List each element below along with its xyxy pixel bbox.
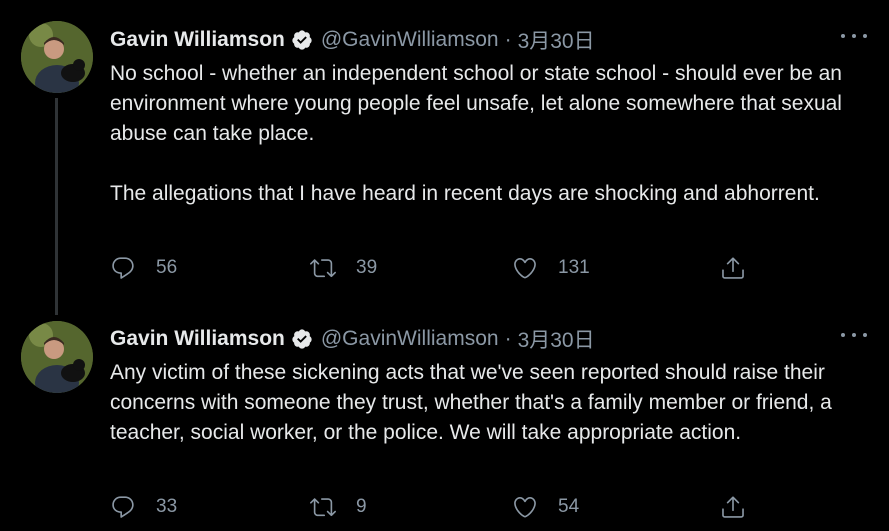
tweet-header: Gavin Williamson @GavinWilliamson · 3月30… [110, 25, 595, 55]
like-button[interactable]: 54 [512, 494, 579, 520]
tweet-paragraph: The allegations that I have heard in rec… [110, 182, 820, 205]
tweet-text: Any victim of these sickening acts that … [110, 358, 870, 448]
reply-count: 33 [156, 496, 178, 517]
like-button[interactable]: 131 [512, 255, 590, 281]
avatar[interactable] [21, 321, 93, 393]
share-button[interactable] [720, 494, 746, 520]
like-count: 54 [558, 496, 580, 517]
more-options-icon[interactable] [841, 329, 867, 341]
tweet-paragraph: No school - whether an independent schoo… [110, 62, 842, 145]
author-name[interactable]: Gavin Williamson [110, 327, 285, 351]
share-icon [722, 496, 744, 518]
retweet-button[interactable]: 39 [310, 255, 377, 281]
tweet[interactable]: Gavin Williamson @GavinWilliamson · 3月30… [0, 318, 889, 531]
heart-icon [514, 496, 536, 518]
tweet-date[interactable]: 3月30日 [518, 324, 595, 354]
author-handle[interactable]: @GavinWilliamson [321, 327, 499, 351]
share-button[interactable] [720, 255, 746, 281]
retweet-count: 9 [356, 496, 367, 517]
tweet-text: No school - whether an independent schoo… [110, 59, 870, 209]
tweet-date[interactable]: 3月30日 [518, 25, 595, 55]
reply-count: 56 [156, 257, 178, 278]
author-name[interactable]: Gavin Williamson [110, 28, 285, 52]
like-count: 131 [558, 257, 590, 278]
reply-icon [112, 496, 134, 518]
separator: · [504, 327, 512, 350]
tweet-actions: 33 9 54 [110, 494, 770, 524]
reply-icon [112, 257, 134, 279]
reply-button[interactable]: 33 [110, 494, 177, 520]
tweet-header: Gavin Williamson @GavinWilliamson · 3月30… [110, 324, 595, 354]
thread-line [55, 98, 58, 315]
verified-badge-icon [292, 30, 312, 50]
reply-button[interactable]: 56 [110, 255, 177, 281]
retweet-icon [310, 498, 336, 517]
retweet-count: 39 [356, 257, 378, 278]
tweet-actions: 56 39 131 [110, 255, 770, 285]
retweet-icon [310, 259, 336, 278]
separator: · [504, 28, 512, 51]
retweet-button[interactable]: 9 [310, 494, 367, 520]
heart-icon [514, 257, 536, 279]
verified-badge-icon [292, 329, 312, 349]
author-handle[interactable]: @GavinWilliamson [321, 28, 499, 52]
share-icon [722, 257, 744, 279]
avatar[interactable] [21, 21, 93, 93]
tweet[interactable]: Gavin Williamson @GavinWilliamson · 3月30… [0, 0, 889, 318]
tweet-paragraph: Any victim of these sickening acts that … [110, 361, 832, 444]
more-options-icon[interactable] [841, 30, 867, 42]
